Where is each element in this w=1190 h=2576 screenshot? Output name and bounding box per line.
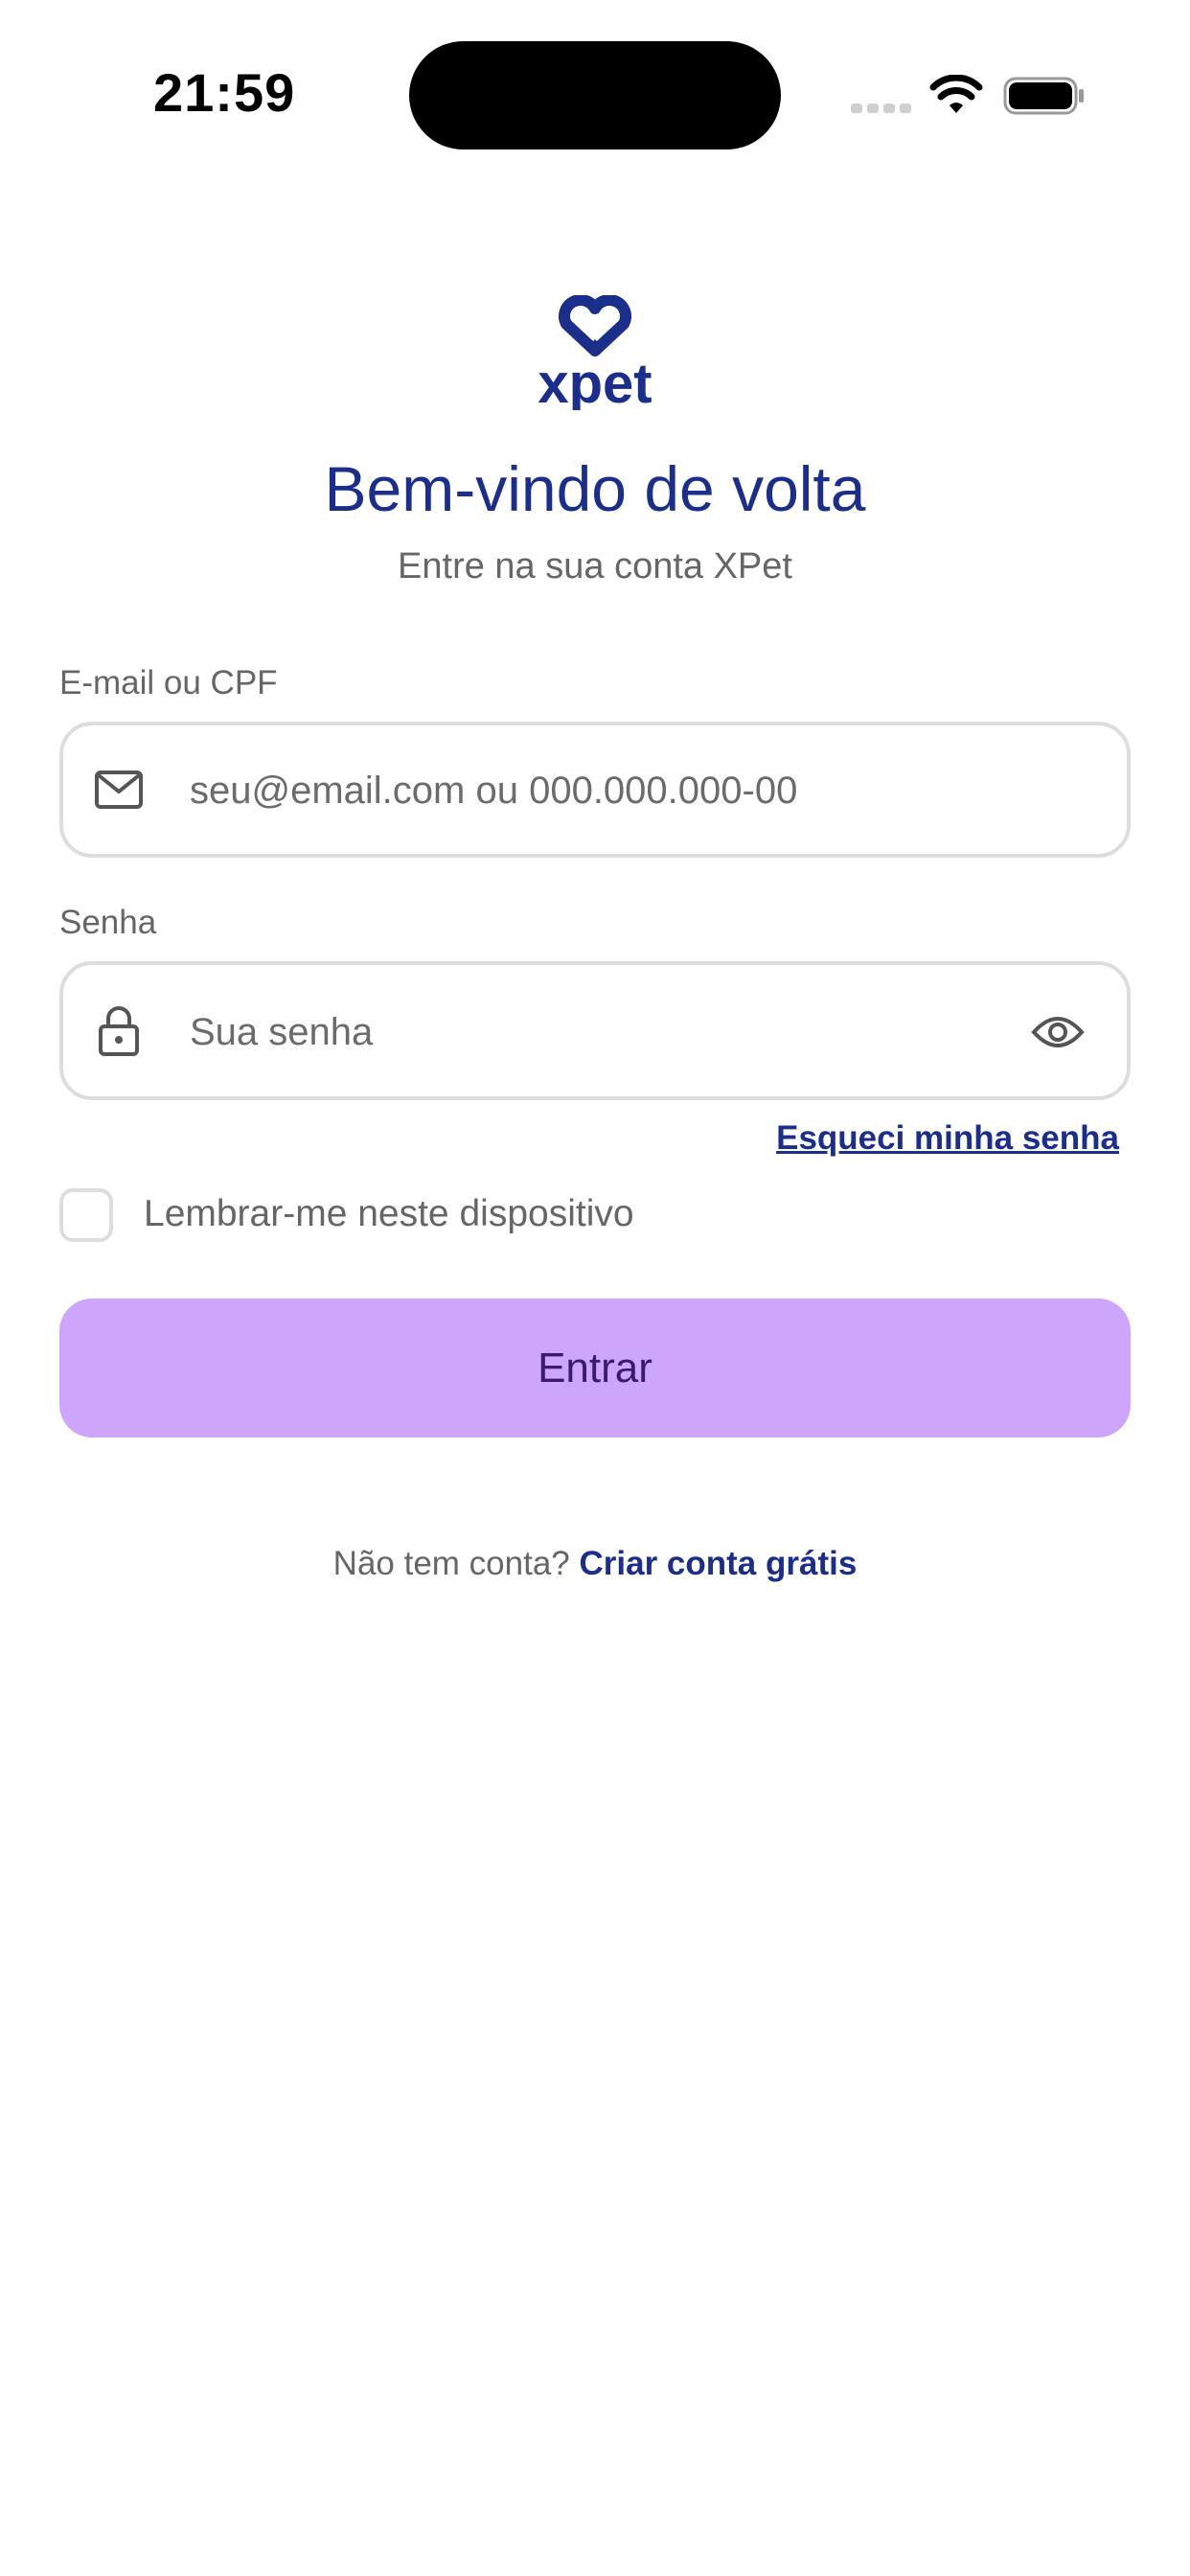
forgot-password-link[interactable]: Esqueci minha senha [776,1119,1119,1158]
login-screen: 21:59 xpet Bem-vindo de volta Entre na s… [0,0,1190,2576]
page-subtitle: Entre na sua conta XPet [398,546,792,586]
signup-prompt: Não tem conta? [332,1545,570,1582]
login-button[interactable]: Entrar [59,1299,1131,1438]
email-label: E-mail ou CPF [59,664,278,702]
email-field[interactable] [59,722,1131,858]
remember-me-label[interactable]: Lembrar-me neste dispositivo [144,1193,634,1235]
lock-icon [99,1006,139,1056]
signal-icon [851,104,911,113]
remember-me-checkbox[interactable] [59,1188,113,1242]
battery-icon [1003,77,1084,115]
create-account-link[interactable]: Criar conta grátis [580,1545,858,1582]
dynamic-island [409,41,781,150]
xpet-logo: xpet [538,295,652,410]
signup-row: Não tem conta? Criar conta grátis [0,1545,1190,1583]
logo-text: xpet [538,353,652,410]
password-input[interactable] [190,1005,993,1059]
mail-icon [95,770,143,809]
password-field[interactable] [59,961,1131,1100]
email-input[interactable] [190,764,993,817]
page-title: Bem-vindo de volta [324,453,866,524]
status-time: 21:59 [153,62,296,123]
password-label: Senha [59,904,157,941]
eye-icon[interactable] [1031,1013,1085,1051]
wifi-icon [929,75,983,113]
